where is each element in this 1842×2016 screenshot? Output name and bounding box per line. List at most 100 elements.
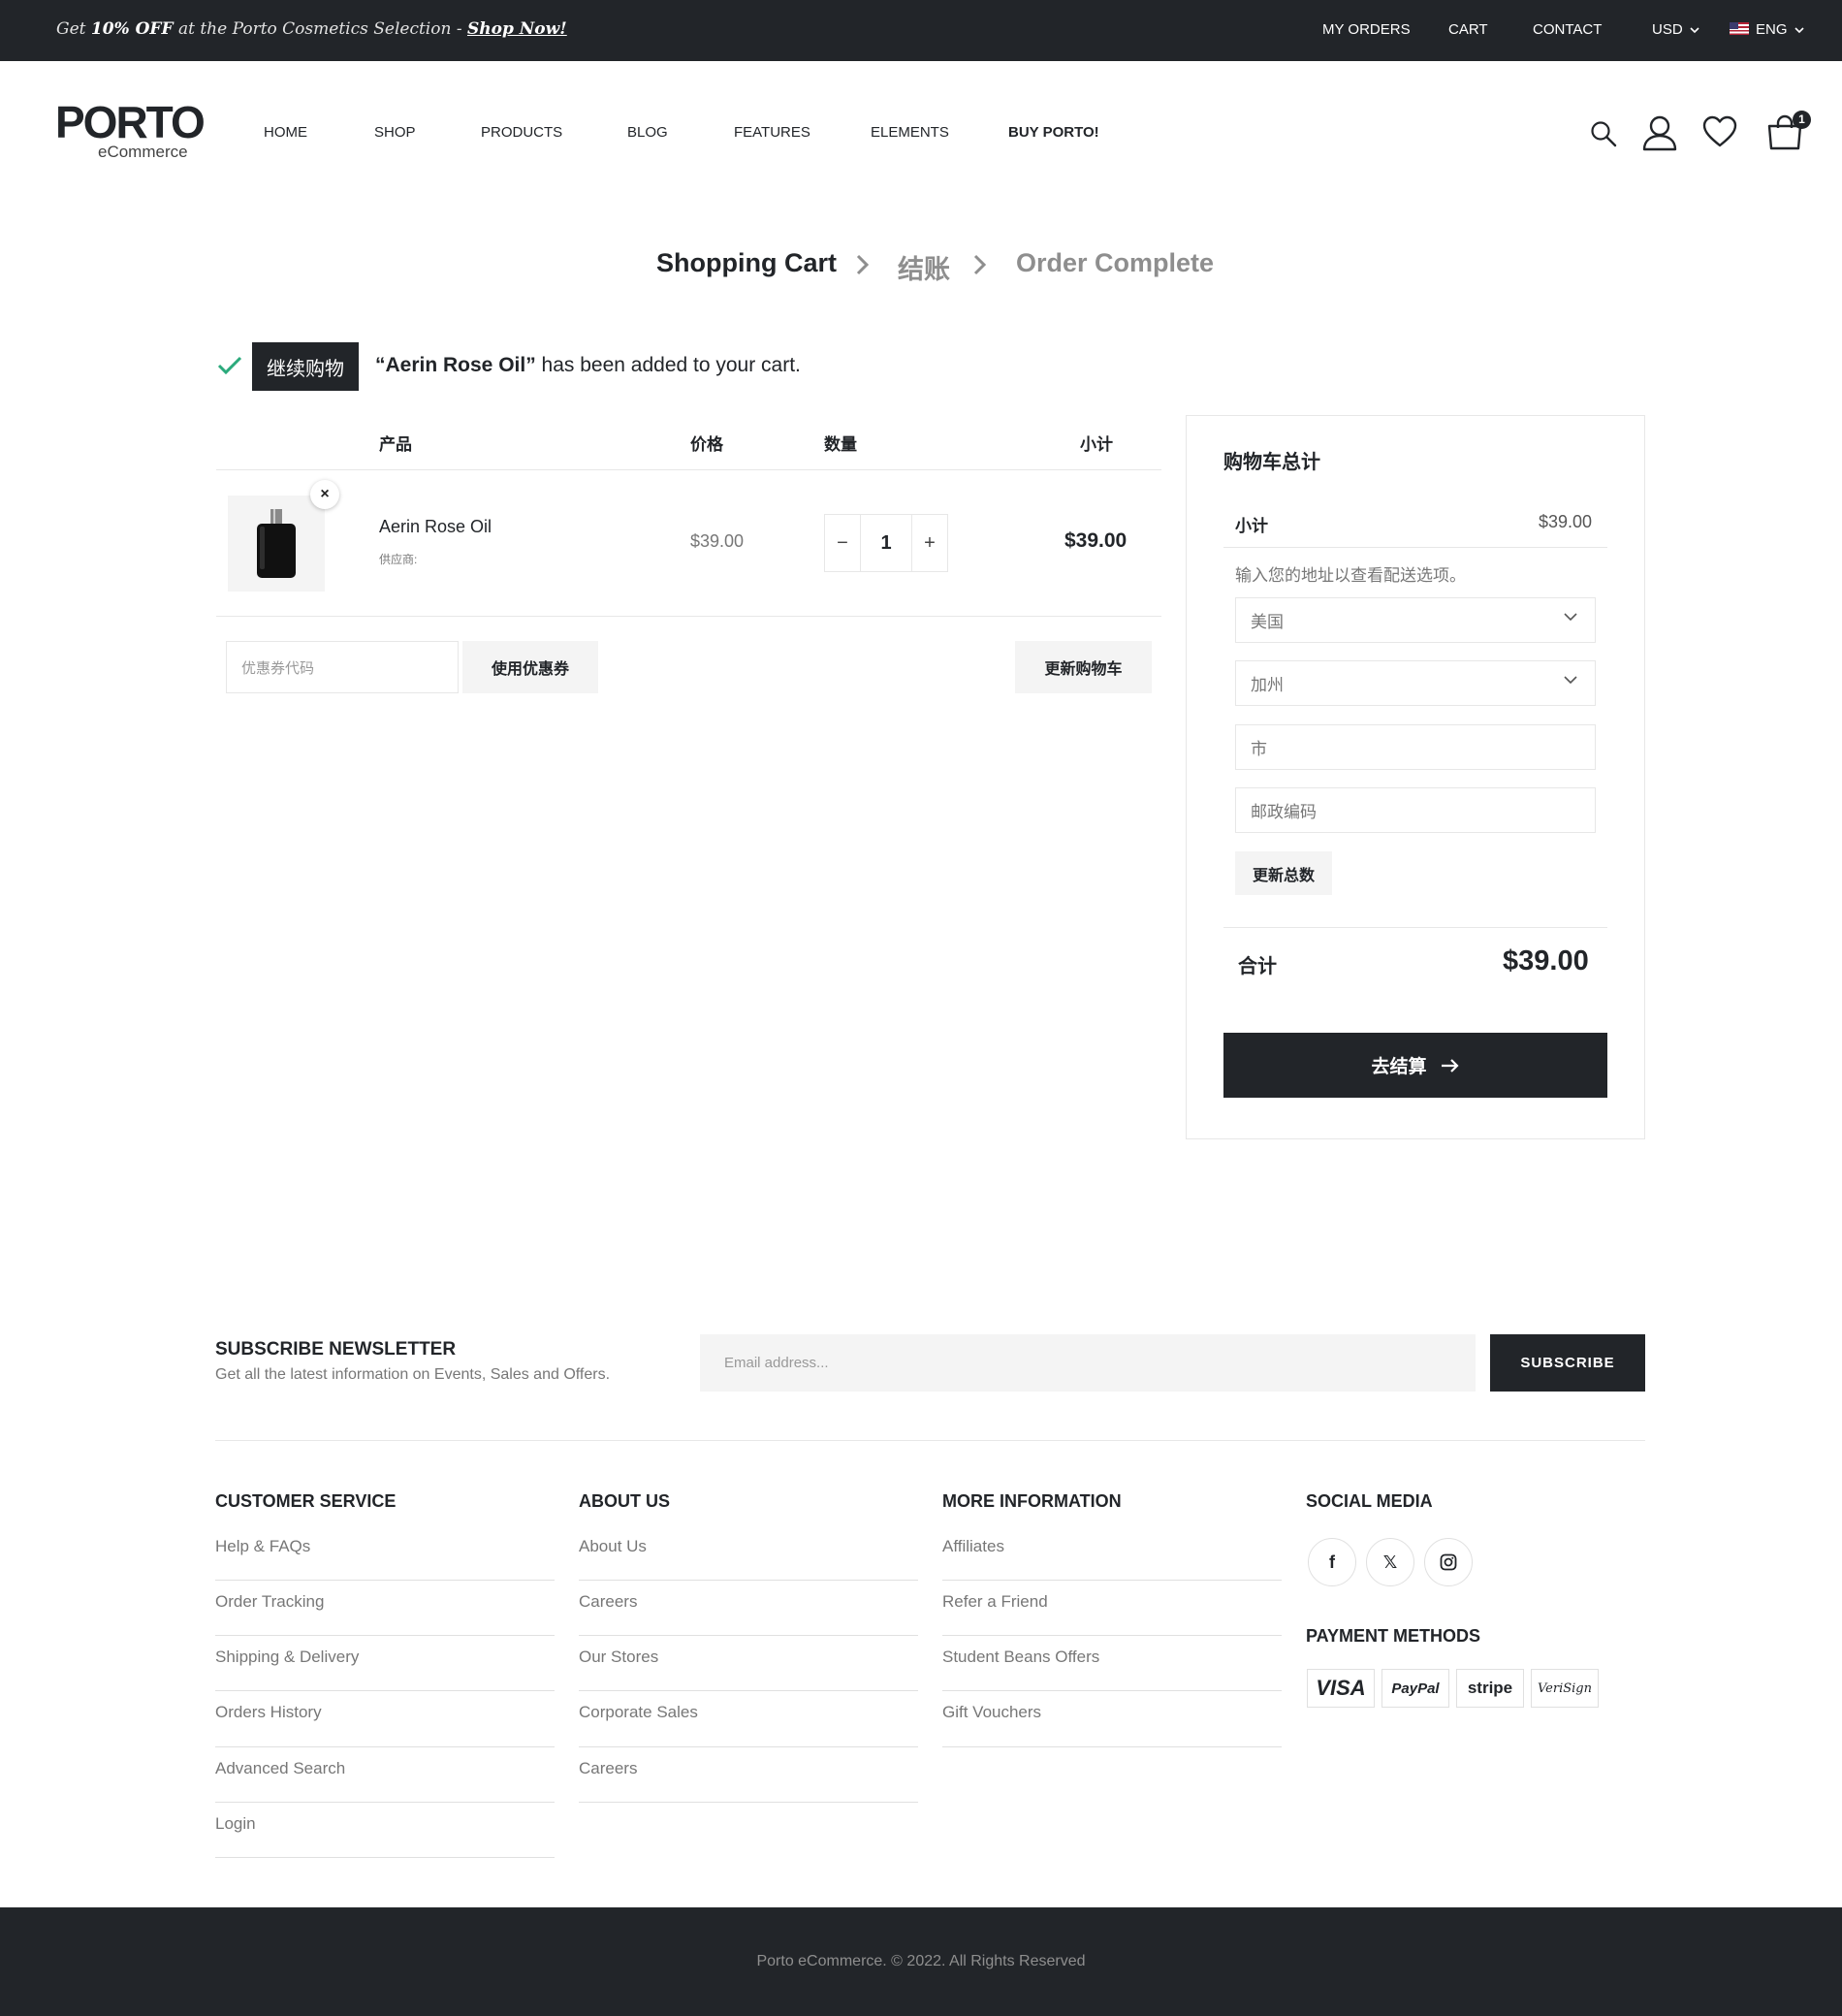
footer-link-careers[interactable]: Careers bbox=[579, 1592, 637, 1612]
footer-link-divider bbox=[942, 1580, 1282, 1581]
continue-shopping-button[interactable]: 继续购物 bbox=[252, 342, 359, 391]
user-icon[interactable] bbox=[1642, 114, 1677, 151]
update-cart-button[interactable]: 更新购物车 bbox=[1015, 641, 1152, 693]
visa-icon: VISA bbox=[1307, 1669, 1375, 1708]
step-checkout[interactable]: 结账 bbox=[898, 248, 950, 286]
footer-link-our-stores[interactable]: Our Stores bbox=[579, 1648, 658, 1667]
my-orders-link[interactable]: MY ORDERS bbox=[1322, 21, 1411, 38]
logo-wordmark: PORTO bbox=[55, 97, 206, 147]
totals-divider bbox=[1223, 927, 1607, 928]
verisign-icon: VeriSign bbox=[1531, 1669, 1599, 1708]
site-logo[interactable]: PORTO eCommerce bbox=[55, 97, 206, 161]
footer-link-order-tracking[interactable]: Order Tracking bbox=[215, 1592, 324, 1612]
footer-link-divider bbox=[215, 1857, 555, 1858]
nav-products[interactable]: PRODUCTS bbox=[481, 124, 562, 141]
footer-link-divider bbox=[579, 1802, 918, 1803]
cart-totals-title: 购物车总计 bbox=[1223, 452, 1320, 473]
quantity-input[interactable]: 1 bbox=[860, 515, 912, 571]
col-header-price: 价格 bbox=[690, 435, 723, 454]
footer-link-shipping[interactable]: Shipping & Delivery bbox=[215, 1648, 359, 1667]
zip-code-input[interactable]: 邮政编码 bbox=[1235, 787, 1596, 833]
cart-link[interactable]: CART bbox=[1448, 21, 1488, 38]
coupon-code-input[interactable]: 优惠券代码 bbox=[226, 641, 459, 693]
chevron-right-icon bbox=[856, 254, 870, 275]
footer-link-help-faqs[interactable]: Help & FAQs bbox=[215, 1537, 310, 1556]
footer-link-corporate-sales[interactable]: Corporate Sales bbox=[579, 1703, 698, 1722]
promo-text: Get 10% OFF at the Porto Cosmetics Selec… bbox=[56, 19, 567, 39]
facebook-icon[interactable]: f bbox=[1308, 1538, 1356, 1586]
remove-item-button[interactable]: × bbox=[310, 480, 339, 509]
city-input[interactable]: 市 bbox=[1235, 724, 1596, 770]
language-switcher[interactable]: ENG bbox=[1730, 21, 1804, 38]
social-media-heading: SOCIAL MEDIA bbox=[1306, 1491, 1433, 1511]
paypal-icon: PayPal bbox=[1382, 1669, 1449, 1708]
product-vendor: 供应商: bbox=[379, 553, 418, 566]
top-bar: Get 10% OFF at the Porto Cosmetics Selec… bbox=[0, 0, 1842, 61]
nav-blog[interactable]: BLOG bbox=[627, 124, 668, 141]
currency-switcher[interactable]: USD bbox=[1652, 21, 1699, 38]
footer-link-gift-vouchers[interactable]: Gift Vouchers bbox=[942, 1703, 1041, 1722]
col-header-quantity: 数量 bbox=[824, 435, 857, 454]
added-to-cart-message: “Aerin Rose Oil” has been added to your … bbox=[375, 354, 801, 376]
payment-methods-heading: PAYMENT METHODS bbox=[1306, 1626, 1481, 1646]
table-divider bbox=[216, 616, 1161, 617]
footer-divider bbox=[215, 1440, 1645, 1441]
apply-coupon-button[interactable]: 使用优惠券 bbox=[462, 641, 598, 693]
promo-highlight: 10% OFF bbox=[90, 19, 174, 39]
totals-subtotal-label: 小计 bbox=[1235, 517, 1268, 535]
quantity-minus-button[interactable]: − bbox=[825, 515, 860, 571]
shipping-note: 输入您的地址以查看配送选项。 bbox=[1235, 566, 1466, 585]
footer-link-affiliates[interactable]: Affiliates bbox=[942, 1537, 1004, 1556]
totals-subtotal-value: $39.00 bbox=[1539, 512, 1593, 531]
nav-shop[interactable]: SHOP bbox=[374, 124, 416, 141]
nav-features[interactable]: FEATURES bbox=[734, 124, 810, 141]
col-header-subtotal: 小计 bbox=[1080, 435, 1113, 454]
footer-link-divider bbox=[215, 1690, 555, 1691]
stripe-icon: stripe bbox=[1456, 1669, 1524, 1708]
chevron-down-icon bbox=[1690, 27, 1699, 34]
quantity-plus-button[interactable]: + bbox=[912, 515, 947, 571]
cart-count-badge: 1 bbox=[1793, 111, 1811, 129]
country-select[interactable]: 美国 bbox=[1235, 597, 1596, 643]
heart-icon[interactable] bbox=[1702, 115, 1737, 148]
state-select[interactable]: 加州 bbox=[1235, 660, 1596, 706]
copyright-text: Porto eCommerce. © 2022. All Rights Rese… bbox=[756, 1953, 1086, 1969]
nav-elements[interactable]: ELEMENTS bbox=[871, 124, 949, 141]
footer-link-advanced-search[interactable]: Advanced Search bbox=[215, 1759, 345, 1778]
newsletter-title: SUBSCRIBE NEWSLETTER bbox=[215, 1339, 457, 1360]
total-value: $39.00 bbox=[1503, 945, 1589, 976]
nav-home[interactable]: HOME bbox=[264, 124, 307, 141]
footer-link-divider bbox=[215, 1802, 555, 1803]
product-thumbnail[interactable] bbox=[228, 496, 325, 592]
chevron-down-icon bbox=[1794, 27, 1804, 34]
totals-divider bbox=[1223, 547, 1607, 548]
footer-link-about-us[interactable]: About Us bbox=[579, 1537, 647, 1556]
nav-buy-porto[interactable]: BUY PORTO! bbox=[1008, 124, 1099, 141]
footer-link-careers-2[interactable]: Careers bbox=[579, 1759, 637, 1778]
instagram-icon[interactable] bbox=[1424, 1538, 1473, 1586]
step-shopping-cart: Shopping Cart bbox=[656, 248, 837, 277]
newsletter-subtitle: Get all the latest information on Events… bbox=[215, 1366, 611, 1383]
product-name-link[interactable]: Aerin Rose Oil bbox=[379, 517, 492, 537]
subscribe-button[interactable]: SUBSCRIBE bbox=[1490, 1334, 1645, 1392]
table-divider bbox=[216, 469, 1161, 470]
contact-link[interactable]: CONTACT bbox=[1533, 21, 1602, 38]
footer-link-divider bbox=[942, 1690, 1282, 1691]
col-header-product: 产品 bbox=[379, 435, 412, 454]
footer-link-orders-history[interactable]: Orders History bbox=[215, 1703, 322, 1722]
check-icon bbox=[217, 356, 242, 375]
footer-link-divider bbox=[942, 1746, 1282, 1747]
x-icon[interactable]: 𝕏 bbox=[1366, 1538, 1414, 1586]
promo-shop-now-link[interactable]: Shop Now! bbox=[467, 19, 567, 39]
footer-link-refer-friend[interactable]: Refer a Friend bbox=[942, 1592, 1048, 1612]
footer-link-login[interactable]: Login bbox=[215, 1814, 256, 1834]
search-icon[interactable] bbox=[1590, 120, 1617, 147]
newsletter-email-input[interactable]: Email address... bbox=[700, 1334, 1476, 1392]
footer-link-student-beans[interactable]: Student Beans Offers bbox=[942, 1648, 1099, 1667]
update-totals-button[interactable]: 更新总数 bbox=[1235, 851, 1332, 895]
chevron-down-icon bbox=[1564, 676, 1577, 685]
footer-link-divider bbox=[579, 1746, 918, 1747]
perfume-bottle-image bbox=[257, 509, 296, 578]
proceed-to-checkout-button[interactable]: 去结算 bbox=[1223, 1033, 1607, 1098]
product-price: $39.00 bbox=[690, 531, 745, 551]
